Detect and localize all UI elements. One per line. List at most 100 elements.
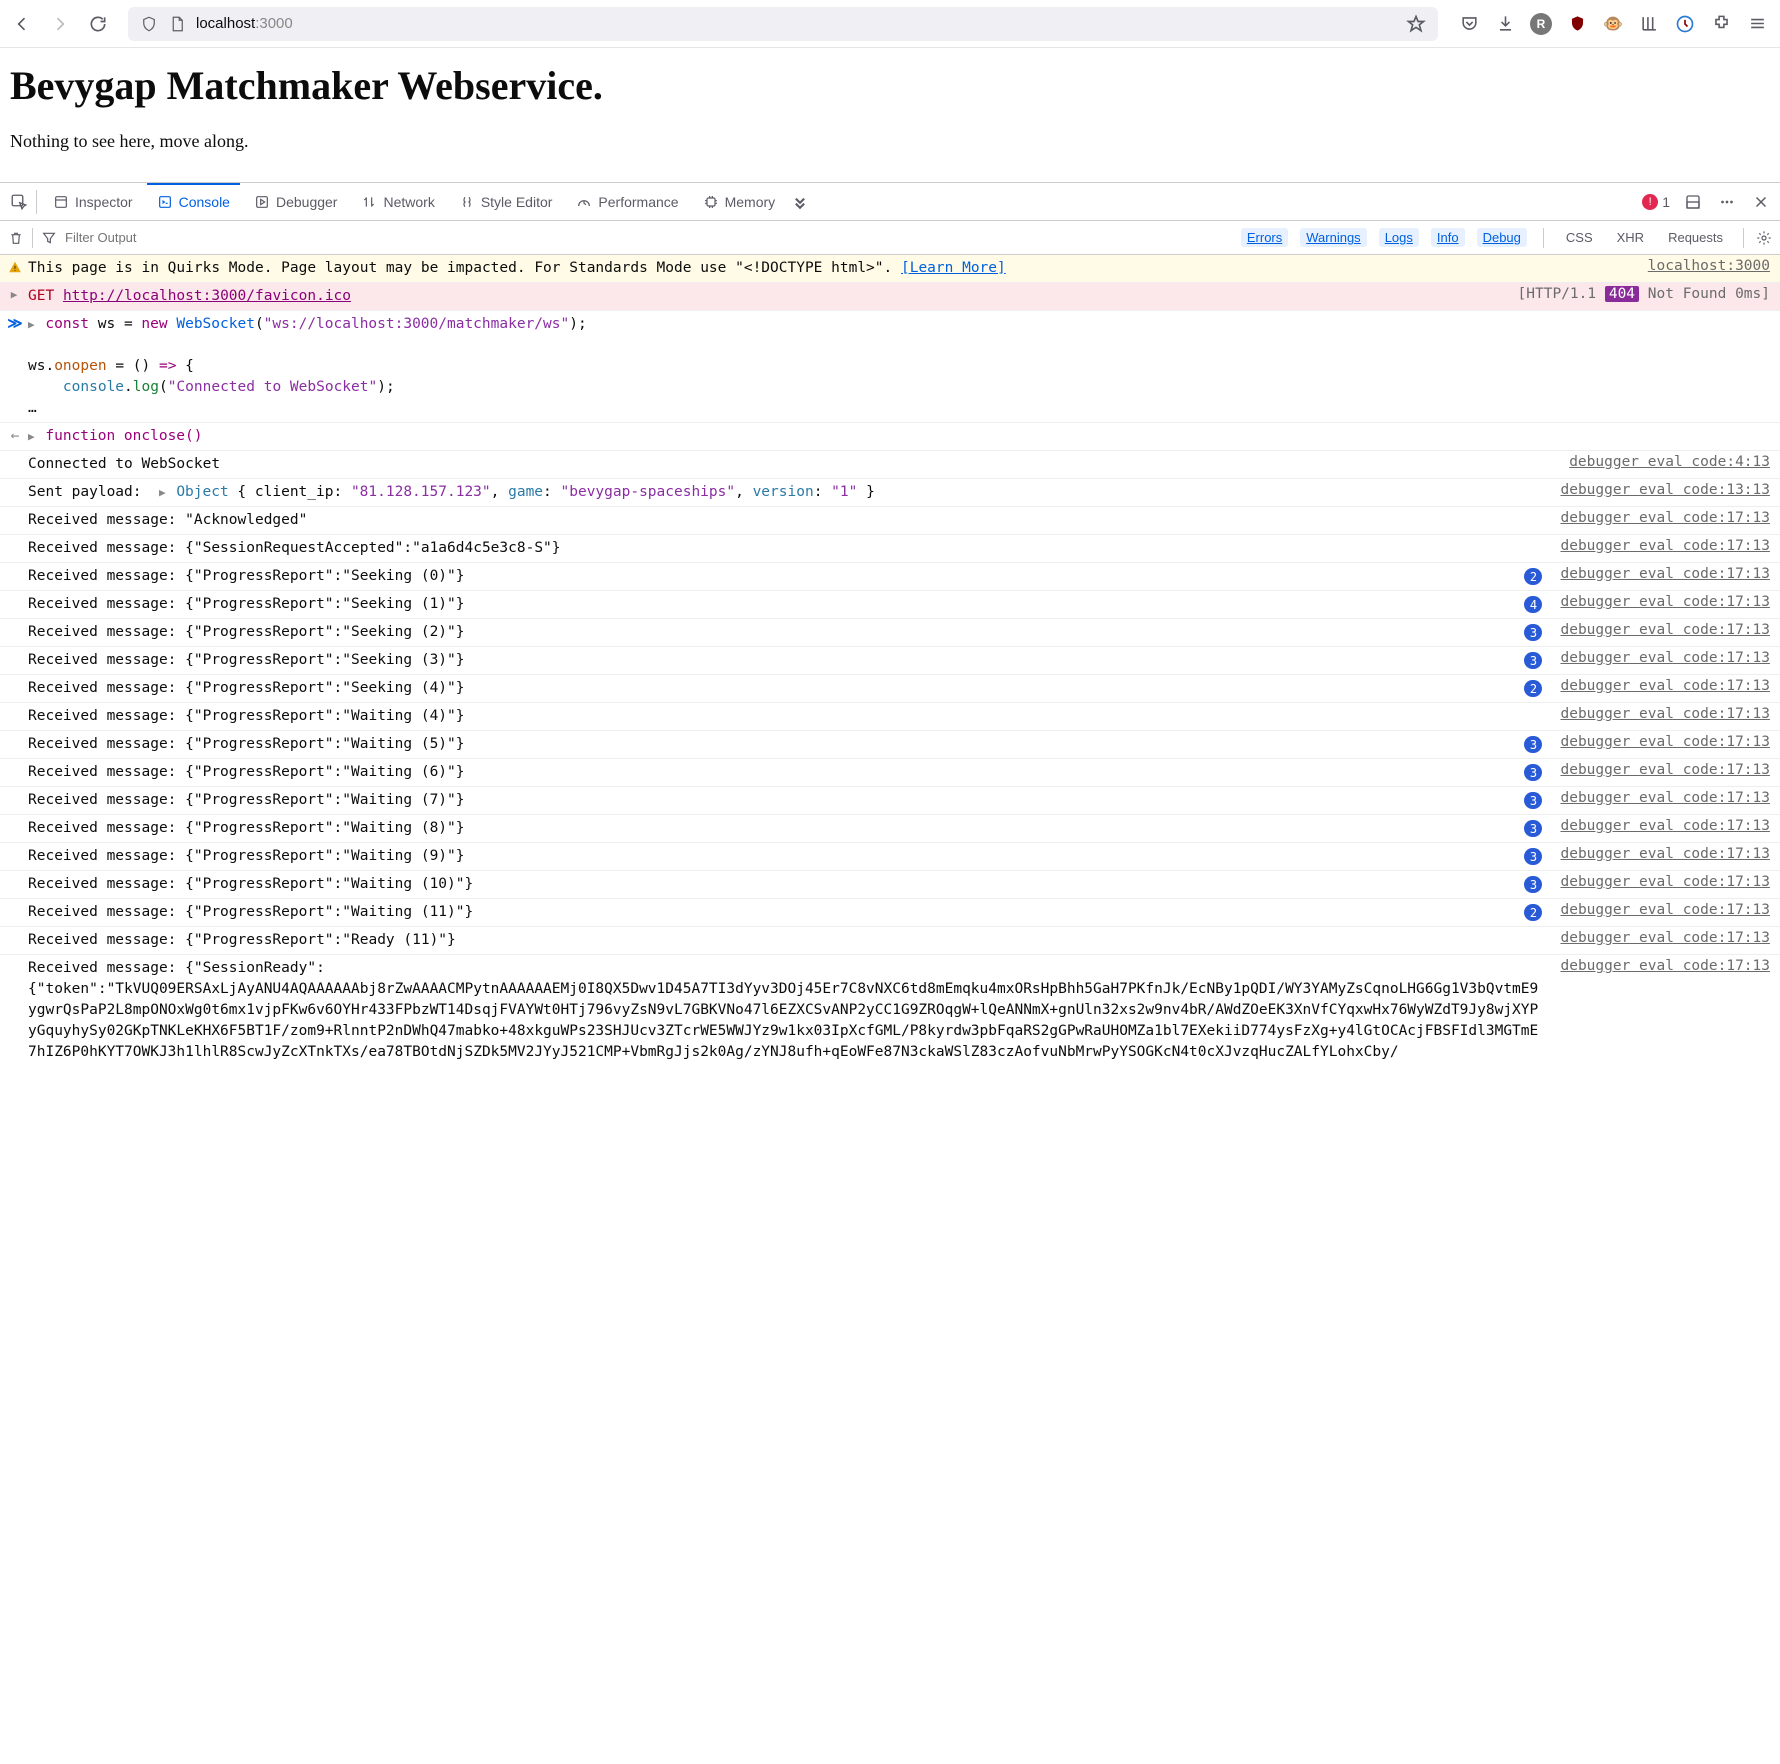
source-link[interactable]: debugger eval code:17:13 <box>1560 958 1770 974</box>
chip-css[interactable]: CSS <box>1560 228 1599 247</box>
log-row: Received message: {"ProgressReport":"Wai… <box>0 899 1780 927</box>
url-bar[interactable]: localhost:3000 <box>128 7 1438 41</box>
repeat-badge: 2 <box>1524 904 1542 921</box>
log-row: Received message: {"SessionRequestAccept… <box>0 535 1780 563</box>
expand-caret-icon[interactable]: ▶ <box>11 288 20 301</box>
source-link[interactable]: debugger eval code:17:13 <box>1560 734 1770 750</box>
source-link[interactable]: debugger eval code:17:13 <box>1560 566 1770 582</box>
source-link[interactable]: debugger eval code:17:13 <box>1560 678 1770 694</box>
back-icon[interactable] <box>12 14 32 34</box>
http-status: [HTTP/1.1 404 Not Found 0ms] <box>1518 286 1770 302</box>
tab-console[interactable]: Console <box>147 183 240 220</box>
chip-logs[interactable]: Logs <box>1379 228 1419 247</box>
output-fn: ▶ function onclose() <box>28 426 1770 447</box>
separator <box>32 228 33 248</box>
page-title: Bevygap Matchmaker Webservice. <box>10 62 1770 109</box>
menu-icon[interactable] <box>1746 13 1768 35</box>
source-link[interactable]: debugger eval code:17:13 <box>1560 650 1770 666</box>
separator <box>1543 228 1544 248</box>
received-msg: Received message: {"ProgressReport":"Wai… <box>28 846 1516 867</box>
chip-requests[interactable]: Requests <box>1662 228 1729 247</box>
tab-inspector[interactable]: Inspector <box>43 183 143 220</box>
quirks-warning-text: This page is in Quirks Mode. Page layout… <box>28 258 1630 279</box>
forward-icon[interactable] <box>50 14 70 34</box>
chip-warnings[interactable]: Warnings <box>1300 228 1366 247</box>
repeat-badge: 3 <box>1524 764 1542 781</box>
dock-icon[interactable] <box>1682 191 1704 213</box>
received-msg: Received message: {"ProgressReport":"See… <box>28 594 1516 615</box>
extensions-icon[interactable] <box>1710 13 1732 35</box>
log-row: Received message: "Acknowledged"debugger… <box>0 507 1780 535</box>
favicon-url-link[interactable]: http://localhost:3000/favicon.ico <box>63 288 351 304</box>
output-caret-icon: ← <box>11 428 20 444</box>
error-count[interactable]: !1 <box>1642 194 1670 210</box>
source-link[interactable]: debugger eval code:17:13 <box>1560 846 1770 862</box>
console-output-row: ← ▶ function onclose() <box>0 423 1780 451</box>
tab-network[interactable]: Network <box>351 183 444 220</box>
log-row: Sent payload: ▶ Object { client_ip: "81.… <box>0 479 1780 507</box>
chip-debug[interactable]: Debug <box>1477 228 1527 247</box>
page-content: Bevygap Matchmaker Webservice. Nothing t… <box>0 48 1780 182</box>
received-msg: Received message: {"ProgressReport":"Wai… <box>28 818 1516 839</box>
close-devtools-icon[interactable] <box>1750 191 1772 213</box>
source-link[interactable]: debugger eval code:17:13 <box>1560 538 1770 554</box>
repeat-badge: 3 <box>1524 652 1542 669</box>
toolbar-extensions: R 🐵 <box>1458 13 1768 35</box>
reload-icon[interactable] <box>88 14 108 34</box>
meatball-icon[interactable] <box>1716 191 1738 213</box>
source-link[interactable]: debugger eval code:17:13 <box>1560 510 1770 526</box>
prompt-icon: ≫ <box>7 316 22 332</box>
tab-memory[interactable]: Memory <box>693 183 786 220</box>
pocket-icon[interactable] <box>1458 13 1480 35</box>
grid-icon[interactable] <box>1638 13 1660 35</box>
source-link[interactable]: debugger eval code:17:13 <box>1560 622 1770 638</box>
repeat-badge: 3 <box>1524 848 1542 865</box>
log-row: Received message: {"ProgressReport":"See… <box>0 675 1780 703</box>
quirks-source-link[interactable]: localhost:3000 <box>1648 258 1770 274</box>
source-link[interactable]: debugger eval code:17:13 <box>1560 706 1770 722</box>
source-link[interactable]: debugger eval code:17:13 <box>1560 762 1770 778</box>
url-text: localhost:3000 <box>196 15 1396 32</box>
log-row: Received message: {"ProgressReport":"Wai… <box>0 815 1780 843</box>
chip-info[interactable]: Info <box>1431 228 1465 247</box>
source-link[interactable]: debugger eval code:17:13 <box>1560 818 1770 834</box>
source-link[interactable]: debugger eval code:17:13 <box>1560 874 1770 890</box>
received-msg: Received message: {"ProgressReport":"Rea… <box>28 930 1542 951</box>
console-input-code: ▶ const ws = new WebSocket("ws://localho… <box>28 314 1770 419</box>
a11y-icon[interactable] <box>1674 13 1696 35</box>
tampermonkey-icon[interactable]: 🐵 <box>1602 13 1624 35</box>
source-link[interactable]: debugger eval code:13:13 <box>1560 482 1770 498</box>
source-link[interactable]: debugger eval code:17:13 <box>1560 594 1770 610</box>
r-badge-icon[interactable]: R <box>1530 13 1552 35</box>
source-link[interactable]: debugger eval code:4:13 <box>1569 454 1770 470</box>
repeat-badge: 2 <box>1524 568 1542 585</box>
clear-console-icon[interactable] <box>8 230 24 246</box>
favicon-error-text: GET http://localhost:3000/favicon.ico <box>28 286 1500 307</box>
log-row: Received message: {"ProgressReport":"Wai… <box>0 871 1780 899</box>
received-msg: Received message: {"ProgressReport":"See… <box>28 650 1516 671</box>
tab-style-editor[interactable]: Style Editor <box>449 183 563 220</box>
log-row: Received message: {"ProgressReport":"Wai… <box>0 703 1780 731</box>
tab-performance[interactable]: Performance <box>566 183 688 220</box>
ublock-icon[interactable] <box>1566 13 1588 35</box>
overflow-icon[interactable] <box>789 191 811 213</box>
filter-input[interactable] <box>65 230 265 245</box>
repeat-badge: 3 <box>1524 876 1542 893</box>
source-link[interactable]: debugger eval code:17:13 <box>1560 902 1770 918</box>
shield-icon[interactable] <box>140 15 158 33</box>
star-icon[interactable] <box>1406 14 1426 34</box>
tab-debugger[interactable]: Debugger <box>244 183 348 220</box>
learn-more-link[interactable]: [Learn More] <box>901 260 1006 276</box>
received-msg: Received message: {"ProgressReport":"Wai… <box>28 874 1516 895</box>
devtools-tabs: Inspector Console Debugger Network Style… <box>0 183 1780 221</box>
source-link[interactable]: debugger eval code:17:13 <box>1560 930 1770 946</box>
chip-errors[interactable]: Errors <box>1241 228 1288 247</box>
chip-xhr[interactable]: XHR <box>1611 228 1650 247</box>
page-body: Nothing to see here, move along. <box>10 131 1770 152</box>
source-link[interactable]: debugger eval code:17:13 <box>1560 790 1770 806</box>
separator <box>1743 228 1744 248</box>
download-icon[interactable] <box>1494 13 1516 35</box>
separator <box>36 190 37 214</box>
settings-icon[interactable] <box>1756 230 1772 246</box>
pick-element-icon[interactable] <box>8 191 30 213</box>
